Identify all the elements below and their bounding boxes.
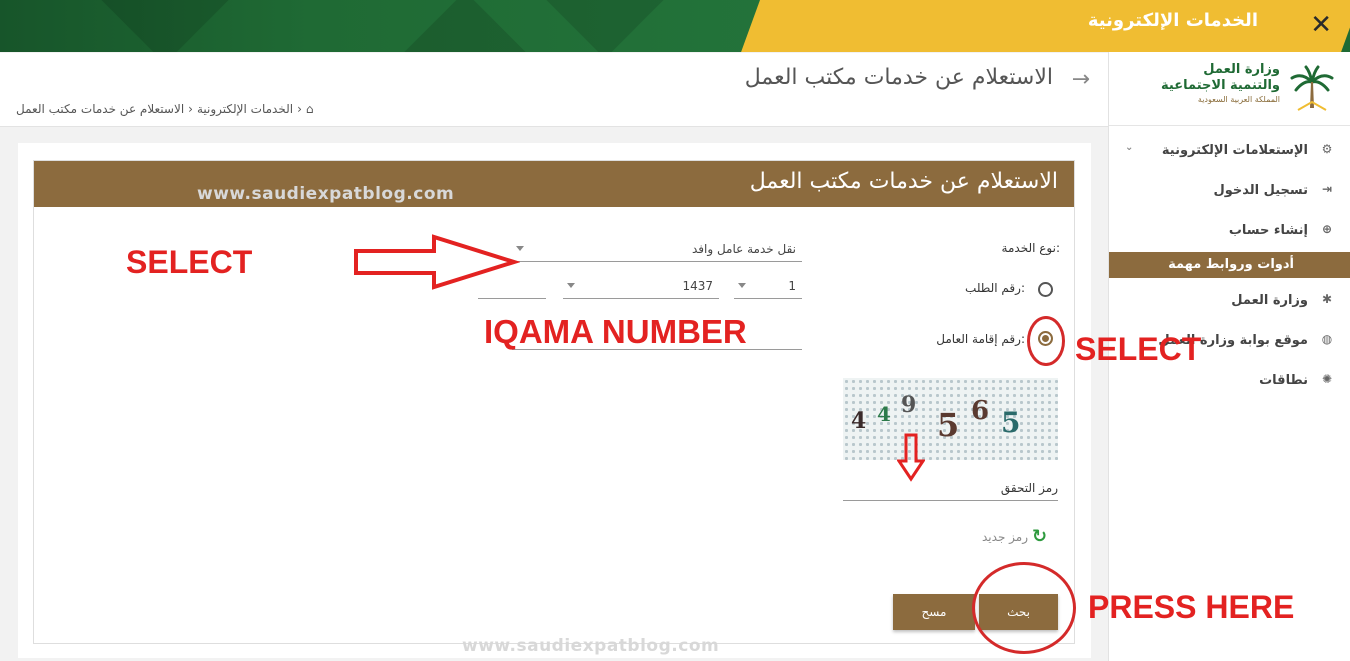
page-header: الاستعلام عن خدمات مكتب العمل → الاستعلا… xyxy=(0,53,1108,127)
refresh-icon: ↻ xyxy=(1032,526,1048,547)
request-number-value: 1 xyxy=(788,279,796,293)
annotation-select-left: SELECT xyxy=(126,244,253,280)
form-title: الاستعلام عن خدمات مكتب العمل xyxy=(749,169,1058,194)
palm-icon: ✱ xyxy=(1321,292,1333,306)
annotation-arrow-down-icon xyxy=(897,433,925,482)
watermark-bottom: www.saudiexpatblog.com xyxy=(462,636,720,656)
header-gold-band xyxy=(741,0,1350,52)
plus-circle-icon: ⊕ xyxy=(1321,222,1333,236)
sign-in-icon: ⇥ xyxy=(1321,182,1333,196)
request-year-select[interactable]: 1437 xyxy=(563,275,719,299)
sidebar-item-label: الإستعلامات الإلكترونية xyxy=(1161,142,1308,158)
sidebar-item-label: وزارة العمل xyxy=(1231,292,1308,308)
palm-logo-icon xyxy=(1290,65,1334,111)
captcha-char: 9 xyxy=(901,392,917,418)
request-number-radio[interactable] xyxy=(1038,282,1053,297)
country-name: المملكة العربية السعودية xyxy=(1197,95,1280,104)
refresh-captcha-label: رمز جديد xyxy=(982,529,1029,544)
dropdown-caret-icon xyxy=(567,283,575,288)
form-header: الاستعلام عن خدمات مكتب العمل xyxy=(34,161,1074,207)
annotation-press-here: PRESS HERE xyxy=(1088,589,1295,625)
request-number-label: رقم الطلب: xyxy=(965,281,1025,295)
dropdown-caret-icon xyxy=(738,283,746,288)
sidebar-item-label: تسجيل الدخول xyxy=(1213,182,1308,198)
sidebar-item-login[interactable]: تسجيل الدخول ⇥ xyxy=(1109,170,1350,210)
chevron-down-icon: ⌄ xyxy=(1125,142,1134,153)
page-title: الاستعلام عن خدمات مكتب العمل xyxy=(744,65,1053,90)
sidebar-item-label: نطاقات xyxy=(1259,372,1308,388)
service-type-value: نقل خدمة عامل وافد xyxy=(691,242,796,256)
nitaqat-icon: ✺ xyxy=(1321,372,1333,386)
breadcrumb-separator-icon: › xyxy=(297,102,302,116)
breadcrumb-eservices[interactable]: الخدمات الإلكترونية xyxy=(197,102,293,116)
iqama-label: رقم إقامة العامل: xyxy=(936,332,1025,346)
annotation-iqama-number: IQAMA NUMBER xyxy=(484,313,747,350)
breadcrumb: الاستعلام عن خدمات مكتب العمل › الخدمات … xyxy=(16,102,314,116)
request-number-select[interactable]: 1 xyxy=(734,275,802,299)
back-arrow-icon[interactable]: → xyxy=(1072,67,1090,92)
request-year-value: 1437 xyxy=(682,279,713,293)
header-title: الخدمات الإلكترونية xyxy=(1087,10,1258,31)
annotation-arrow-right-icon xyxy=(354,234,520,290)
ministry-name-line1: وزارة العمل xyxy=(1203,62,1280,77)
captcha-char: 4 xyxy=(877,402,891,426)
service-type-label: نوع الخدمة: xyxy=(1001,241,1060,255)
annotation-circle-radio xyxy=(1027,316,1065,366)
annotation-select-right: SELECT xyxy=(1075,331,1202,367)
globe-icon: ◍ xyxy=(1321,332,1333,346)
service-type-select[interactable]: نقل خدمة عامل وافد xyxy=(512,238,802,262)
breadcrumb-current: الاستعلام عن خدمات مكتب العمل xyxy=(16,102,185,116)
sidebar-section-tools: أدوات وروابط مهمة xyxy=(1109,252,1350,278)
top-header: الخدمات الإلكترونية ✕ xyxy=(0,0,1350,52)
captcha-char: 6 xyxy=(971,396,990,426)
sidebar-item-e-inquiries[interactable]: ⌄ الإستعلامات الإلكترونية ⚙ xyxy=(1109,130,1350,170)
sidebar-link-ministry[interactable]: وزارة العمل ✱ xyxy=(1109,280,1350,320)
captcha-char: 5 xyxy=(937,406,960,444)
sidebar-item-create-account[interactable]: إنشاء حساب ⊕ xyxy=(1109,210,1350,250)
close-icon[interactable]: ✕ xyxy=(1310,10,1332,40)
annotation-circle-search xyxy=(972,562,1076,654)
watermark-top: www.saudiexpatblog.com xyxy=(197,184,455,204)
home-icon[interactable]: ⌂ xyxy=(306,102,314,116)
captcha-input[interactable] xyxy=(843,477,1058,501)
breadcrumb-separator-icon: › xyxy=(188,102,193,116)
cogs-icon: ⚙ xyxy=(1321,142,1333,156)
ministry-logo[interactable]: وزارة العمل والتنمية الاجتماعية المملكة … xyxy=(1109,52,1350,126)
captcha-image: 4 4 9 5 6 5 xyxy=(843,378,1058,460)
captcha-char: 5 xyxy=(1001,406,1021,439)
captcha-char: 4 xyxy=(851,408,867,434)
sidebar-item-label: إنشاء حساب xyxy=(1228,222,1308,238)
refresh-captcha-link[interactable]: رمز جديد ↻ xyxy=(982,526,1047,547)
ministry-name-line2: والتنمية الاجتماعية xyxy=(1161,78,1280,93)
clear-button[interactable]: مسح xyxy=(893,594,975,630)
